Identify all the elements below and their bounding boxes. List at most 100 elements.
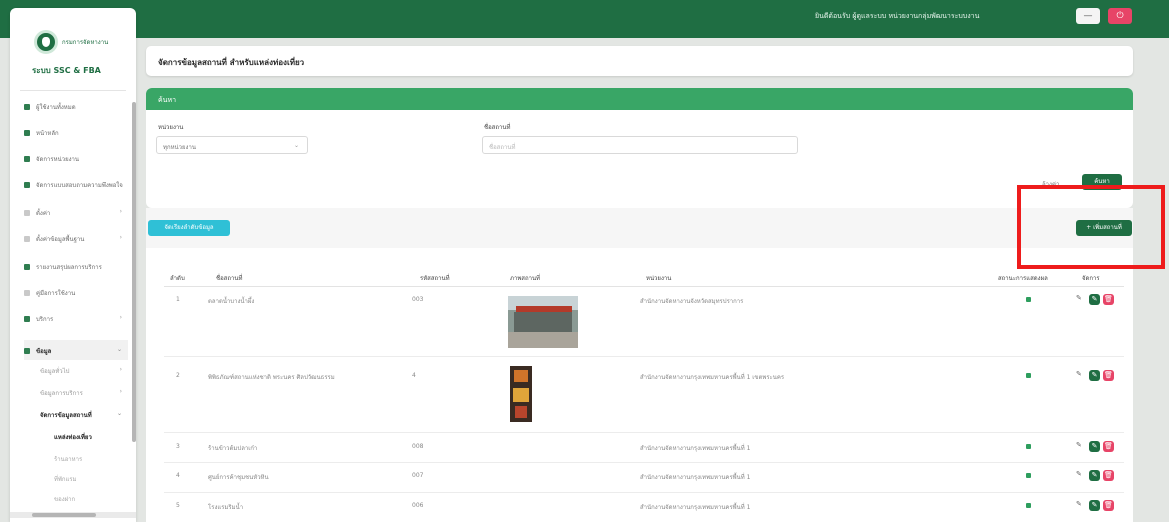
status-indicator[interactable] (1026, 503, 1031, 508)
edit-button[interactable]: ✎ (1089, 470, 1100, 481)
view-icon[interactable]: ✎ (1076, 294, 1082, 302)
row-unit: สำนักงานจัดหางานกรุงเทพมหานครพื้นที่ 1 เ… (640, 374, 785, 381)
chevron-right-icon: › (119, 366, 122, 373)
row-name: ร้านข้าวต้มปลาเก๋า (208, 445, 258, 452)
chevron-down-icon: ⌄ (116, 410, 122, 417)
table-toolbar: จัดเรียงลำดับข้อมูล + เพิ่มสถานที่ (146, 208, 1133, 248)
delete-button[interactable]: 🗑 (1103, 500, 1114, 511)
logo[interactable]: กรมการจัดหางาน ระบบ SSC & FBA (10, 8, 136, 86)
row-image (508, 296, 578, 348)
row-name: ตลาดน้ำบางน้ำผึ้ง (208, 298, 255, 305)
survey-icon (24, 182, 30, 188)
view-icon[interactable]: ✎ (1076, 470, 1082, 478)
sidebar-divider (20, 90, 126, 91)
sidebar-item-units[interactable]: จัดการหน่วยงาน (24, 154, 128, 168)
edit-button[interactable]: ✎ (1089, 500, 1100, 511)
unit-label: หน่วยงาน (158, 124, 184, 131)
image-part (513, 388, 529, 402)
places-table-card: จัดเรียงลำดับข้อมูล + เพิ่มสถานที่ ลำดับ… (146, 208, 1133, 522)
sort-order-button[interactable]: จัดเรียงลำดับข้อมูล (148, 220, 230, 236)
sidebar-horizontal-scrollbar[interactable] (10, 512, 136, 518)
row-divider (164, 492, 1124, 493)
view-icon[interactable]: ✎ (1076, 500, 1082, 508)
status-indicator[interactable] (1026, 444, 1031, 449)
book-icon (24, 290, 30, 296)
sidebar-item-survey[interactable]: จัดการแบบสอบถามความพึงพอใจ (24, 180, 128, 194)
logo-icon (34, 30, 58, 54)
sidebar-item-data[interactable]: ข้อมูล ⌄ (24, 340, 128, 360)
building-icon (24, 156, 30, 162)
delete-button[interactable]: 🗑 (1103, 370, 1114, 381)
sidebar-item-service[interactable]: บริการ › (24, 314, 128, 328)
edit-button[interactable]: ✎ (1089, 441, 1100, 452)
minimize-button[interactable]: — (1076, 8, 1100, 24)
column-header-image: ภาพสถานที่ (510, 275, 540, 282)
row-name: โรงแรมริมน้ำ (208, 504, 244, 511)
sidebar-subsubitem-attractions[interactable]: แหล่งท่องเที่ยว (54, 432, 128, 446)
search-panel-header: ค้นหา (146, 88, 1133, 110)
delete-button[interactable]: 🗑 (1103, 294, 1114, 305)
sidebar-item-basic-settings[interactable]: ตั้งค่าข้อมูลพื้นฐาน › (24, 234, 128, 248)
row-divider (164, 462, 1124, 463)
row-code: 007 (412, 472, 424, 479)
add-place-button[interactable]: + เพิ่มสถานที่ (1076, 220, 1132, 236)
row-code: 4 (412, 372, 416, 379)
row-unit: สำนักงานจัดหางานกรุงเทพมหานครพื้นที่ 1 (640, 504, 751, 511)
page-title: จัดการข้อมูลสถานที่ สำหรับแหล่งท่องเที่ย… (158, 58, 305, 67)
clear-link[interactable]: ล้างค่า (1042, 179, 1059, 189)
edit-button[interactable]: ✎ (1089, 294, 1100, 305)
search-button[interactable]: ค้นหา (1082, 174, 1122, 190)
status-indicator[interactable] (1026, 297, 1031, 302)
view-icon[interactable]: ✎ (1076, 441, 1082, 449)
place-name-label: ชื่อสถานที่ (484, 124, 511, 131)
image-part (514, 370, 528, 382)
sidebar: กรมการจัดหางาน ระบบ SSC & FBA ผู้ใช้งานท… (10, 8, 136, 522)
table-header-divider (164, 286, 1124, 287)
status-indicator[interactable] (1026, 473, 1031, 478)
row-image (510, 366, 532, 422)
service-icon (24, 316, 30, 322)
status-indicator[interactable] (1026, 373, 1031, 378)
sidebar-subsubitem-lodging[interactable]: ที่พักแรม (54, 474, 128, 488)
sidebar-vertical-scrollbar[interactable] (132, 102, 136, 442)
unit-select[interactable]: ทุกหน่วยงาน ⌄ (156, 136, 308, 154)
delete-button[interactable]: 🗑 (1103, 441, 1114, 452)
gear-icon (24, 210, 30, 216)
sidebar-subsubitem-restaurants[interactable]: ร้านอาหาร (54, 454, 128, 468)
logo-name: กรมการจัดหางาน (62, 39, 109, 46)
chevron-down-icon: ⌄ (293, 142, 299, 149)
edit-button[interactable]: ✎ (1089, 370, 1100, 381)
chevron-down-icon: ⌄ (116, 346, 122, 353)
chevron-down-icon: › (119, 208, 122, 215)
page-title-card: จัดการข้อมูลสถานที่ สำหรับแหล่งท่องเที่ย… (146, 46, 1133, 76)
image-building (514, 312, 572, 332)
image-ground (508, 332, 578, 348)
row-code: 008 (412, 443, 424, 450)
search-panel: ค้นหา หน่วยงาน ทุกหน่วยงาน ⌄ ชื่อสถานที่… (146, 88, 1133, 208)
row-code: 003 (412, 296, 424, 303)
delete-button[interactable]: 🗑 (1103, 470, 1114, 481)
logout-button[interactable]: ⏻ (1108, 8, 1132, 24)
sidebar-subitem-service-data[interactable]: ข้อมูลการบริการ › (40, 388, 128, 402)
column-header-unit: หน่วยงาน (646, 275, 672, 282)
sidebar-subsubitem-souvenirs[interactable]: ของฝาก (54, 494, 128, 508)
sidebar-subitem-places[interactable]: จัดการข้อมูลสถานที่ ⌄ (40, 410, 128, 424)
home-icon (24, 130, 30, 136)
sidebar-item-settings[interactable]: ตั้งค่า › (24, 208, 128, 222)
place-name-input[interactable]: ชื่อสถานที่ (482, 136, 798, 154)
sidebar-item-manual[interactable]: คู่มือการใช้งาน (24, 288, 128, 302)
image-part (515, 406, 527, 418)
row-divider (164, 356, 1124, 357)
users-icon (24, 104, 30, 110)
sidebar-item-users[interactable]: ผู้ใช้งานทั้งหมด (24, 102, 128, 116)
column-header-code: รหัสสถานที่ (420, 275, 450, 282)
column-header-no: ลำดับ (170, 275, 185, 282)
row-no: 3 (176, 443, 180, 450)
chevron-down-icon: › (119, 314, 122, 321)
sidebar-subitem-general[interactable]: ข้อมูลทั่วไป › (40, 366, 128, 380)
row-divider (164, 432, 1124, 433)
sidebar-item-home[interactable]: หน้าหลัก (24, 128, 128, 142)
view-icon[interactable]: ✎ (1076, 370, 1082, 378)
row-name: พิพิธภัณฑ์สถานแห่งชาติ พระนคร ศิลปวัฒนธร… (208, 374, 335, 381)
sidebar-item-report[interactable]: รายงานสรุปผลการบริการ (24, 262, 128, 276)
